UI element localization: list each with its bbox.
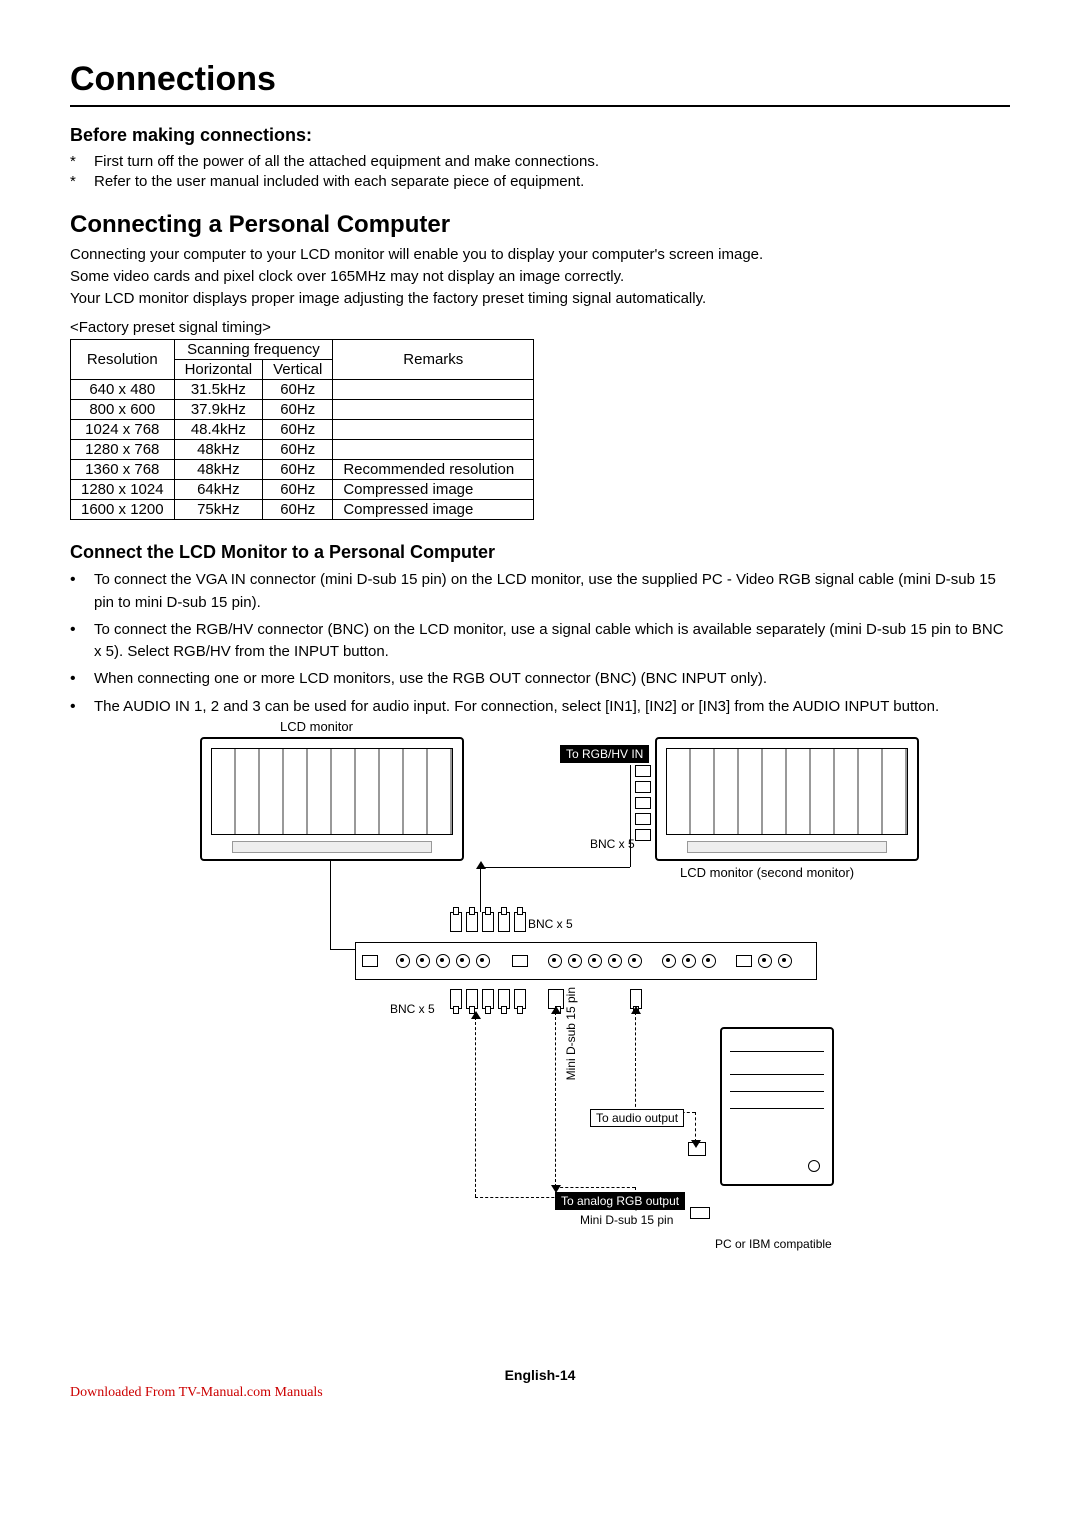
to-rgbhv-in-label: To RGB/HV IN	[560, 745, 649, 763]
paragraph: Some video cards and pixel clock over 16…	[70, 267, 1010, 287]
lcd-monitor-second-label: LCD monitor (second monitor)	[680, 865, 854, 880]
th-resolution: Resolution	[71, 340, 175, 380]
mini-dsub-15pin-label: Mini D-sub 15 pin	[580, 1213, 673, 1227]
page-title: Connections	[70, 60, 1010, 99]
table-cell: 800 x 600	[71, 400, 175, 420]
table-cell: Compressed image	[333, 500, 534, 520]
before-item: Refer to the user manual included with e…	[70, 172, 1010, 192]
table-cell: 64kHz	[174, 480, 263, 500]
before-list: First turn off the power of all the atta…	[70, 152, 1010, 193]
table-cell: 60Hz	[263, 480, 333, 500]
connect-list: To connect the VGA IN connector (mini D-…	[70, 569, 1010, 719]
table-row: 1600 x 120075kHz60HzCompressed image	[71, 500, 534, 520]
table-row: 640 x 48031.5kHz60Hz	[71, 380, 534, 400]
download-source: Downloaded From TV-Manual.com Manuals	[70, 1385, 1010, 1401]
th-scanning: Scanning frequency	[174, 340, 333, 360]
connect-item: To connect the VGA IN connector (mini D-…	[70, 569, 1010, 612]
connection-diagram: LCD monitor LCD monitor (second monitor)…	[70, 737, 1010, 1297]
table-row: 1024 x 76848.4kHz60Hz	[71, 420, 534, 440]
lcd-monitor-label: LCD monitor	[280, 719, 353, 734]
table-cell	[333, 400, 534, 420]
lcd-monitor-second-icon	[655, 737, 919, 861]
timing-table: Resolution Scanning frequency Remarks Ho…	[70, 339, 534, 520]
table-cell: 31.5kHz	[174, 380, 263, 400]
table-cell: 48.4kHz	[174, 420, 263, 440]
pc-tower-icon	[720, 1027, 834, 1186]
rear-panel-icon	[355, 942, 817, 980]
connect-item: The AUDIO IN 1, 2 and 3 can be used for …	[70, 696, 1010, 718]
table-cell: 60Hz	[263, 420, 333, 440]
table-cell: 1280 x 1024	[71, 480, 175, 500]
table-cell: 1360 x 768	[71, 460, 175, 480]
before-item: First turn off the power of all the atta…	[70, 152, 1010, 172]
connect-lcd-heading: Connect the LCD Monitor to a Personal Co…	[70, 542, 1010, 563]
table-cell: 60Hz	[263, 400, 333, 420]
connect-pc-heading: Connecting a Personal Computer	[70, 211, 1010, 239]
table-cell: 640 x 480	[71, 380, 175, 400]
before-heading: Before making connections:	[70, 125, 1010, 146]
table-cell: 60Hz	[263, 440, 333, 460]
table-cell: 1024 x 768	[71, 420, 175, 440]
table-row: 800 x 60037.9kHz60Hz	[71, 400, 534, 420]
th-horizontal: Horizontal	[174, 360, 263, 380]
table-caption: <Factory preset signal timing>	[70, 319, 1010, 336]
page: Connections Before making connections: F…	[0, 0, 1080, 1441]
to-audio-output-label: To audio output	[590, 1109, 684, 1127]
table-cell: 60Hz	[263, 460, 333, 480]
bnc-x5-label: BNC x 5	[590, 837, 635, 851]
table-cell: 60Hz	[263, 500, 333, 520]
lcd-monitor-icon	[200, 737, 464, 861]
table-cell	[333, 440, 534, 460]
paragraph: Your LCD monitor displays proper image a…	[70, 289, 1010, 309]
th-vertical: Vertical	[263, 360, 333, 380]
connect-item: When connecting one or more LCD monitors…	[70, 668, 1010, 690]
to-analog-rgb-output-label: To analog RGB output	[555, 1192, 685, 1210]
table-cell: 48kHz	[174, 460, 263, 480]
title-rule	[70, 105, 1010, 107]
table-cell	[333, 420, 534, 440]
table-cell: Compressed image	[333, 480, 534, 500]
table-cell: 60Hz	[263, 380, 333, 400]
pc-or-ibm-label: PC or IBM compatible	[715, 1237, 832, 1251]
table-cell: 1600 x 1200	[71, 500, 175, 520]
bnc-x5-label-3: BNC x 5	[390, 1002, 435, 1016]
table-row: 1280 x 102464kHz60HzCompressed image	[71, 480, 534, 500]
th-remarks: Remarks	[333, 340, 534, 380]
table-cell: 48kHz	[174, 440, 263, 460]
bnc-x5-label-2: BNC x 5	[528, 917, 573, 931]
table-cell: Recommended resolution	[333, 460, 534, 480]
page-number: English-14	[70, 1367, 1010, 1383]
table-row: 1360 x 76848kHz60HzRecommended resolutio…	[71, 460, 534, 480]
table-row: 1280 x 76848kHz60Hz	[71, 440, 534, 460]
table-cell: 1280 x 768	[71, 440, 175, 460]
table-cell	[333, 380, 534, 400]
table-cell: 75kHz	[174, 500, 263, 520]
table-cell: 37.9kHz	[174, 400, 263, 420]
paragraph: Connecting your computer to your LCD mon…	[70, 245, 1010, 265]
connect-item: To connect the RGB/HV connector (BNC) on…	[70, 619, 1010, 662]
mini-dsub-15pin-vertical-label: Mini D-sub 15 pin	[565, 987, 578, 1080]
